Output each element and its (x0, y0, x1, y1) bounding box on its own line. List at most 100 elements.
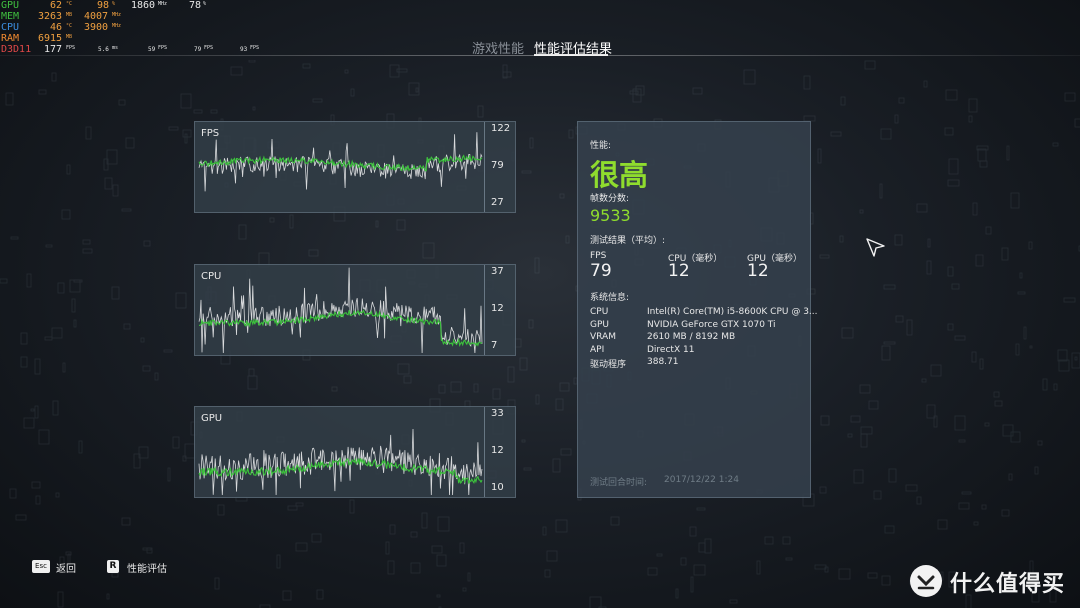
wall-glyph (559, 193, 565, 199)
wall-glyph (610, 516, 620, 526)
wall-glyph (308, 249, 319, 257)
wall-glyph (311, 533, 322, 543)
osd-label: GPU (1, 0, 20, 11)
wall-glyph (819, 486, 827, 494)
score-label: 帧数分数: (590, 194, 630, 204)
wall-glyph (948, 158, 959, 175)
wall-glyph (1001, 509, 1010, 517)
wall-glyph (546, 550, 558, 562)
wall-glyph (1029, 345, 1033, 349)
wall-glyph (112, 184, 119, 197)
watermark-text: 什么值得买 (950, 572, 1066, 597)
wall-glyph (916, 496, 922, 505)
sys-key: VRAM (590, 332, 616, 342)
wall-glyph (396, 68, 408, 73)
wall-glyph (926, 260, 932, 275)
wall-glyph (894, 234, 903, 246)
wall-glyph (421, 512, 428, 529)
osd-value: 1860 (131, 0, 156, 11)
osd-unit: % (112, 1, 116, 7)
wall-glyph (898, 97, 905, 104)
osd-value: 3263 (38, 11, 63, 22)
wall-glyph (528, 319, 534, 329)
wall-glyph (1006, 145, 1010, 161)
wall-glyph (764, 536, 774, 545)
test-time-value: 2017/12/22 1:24 (664, 475, 739, 485)
wall-glyph (817, 148, 822, 164)
wall-glyph (38, 429, 50, 445)
wall-glyph (977, 148, 987, 162)
wall-glyph (289, 214, 294, 229)
wall-glyph (1001, 247, 1009, 261)
wall-glyph (853, 469, 864, 484)
wall-glyph (916, 203, 928, 213)
wall-glyph (45, 244, 53, 248)
wall-glyph (78, 440, 83, 454)
sys-value: 388.71 (647, 357, 679, 367)
wall-glyph (693, 564, 706, 576)
esc-key-icon[interactable]: Esc (32, 560, 50, 573)
wall-glyph (930, 364, 942, 377)
wall-glyph (104, 177, 113, 190)
wall-glyph (1042, 378, 1048, 391)
wall-glyph (675, 588, 679, 599)
wall-glyph (450, 381, 462, 393)
wall-glyph (859, 384, 871, 394)
wall-glyph (167, 467, 171, 482)
wall-glyph (106, 593, 110, 600)
graph-axis-line (484, 265, 485, 355)
osd-value: 3900 (84, 22, 109, 33)
benchmark-hint-label[interactable]: 性能评估 (127, 560, 167, 575)
wall-glyph (502, 64, 508, 79)
wall-glyph (180, 93, 192, 109)
wall-glyph (704, 538, 712, 554)
wall-glyph (868, 400, 879, 410)
fps-graph-lines (198, 132, 483, 192)
wall-glyph (106, 149, 118, 165)
sys-value: NVIDIA GeForce GTX 1070 Ti (647, 320, 776, 330)
graph-tick-avg: 12 (491, 303, 504, 314)
wall-glyph (436, 554, 447, 567)
wall-glyph (248, 60, 256, 63)
perf-rating: 很高 (590, 158, 649, 192)
wall-glyph (696, 507, 706, 511)
wall-glyph (295, 502, 304, 507)
wall-glyph (23, 417, 35, 429)
wall-glyph (51, 327, 63, 339)
graph-tick-min: 10 (491, 482, 504, 493)
graph-tick-min: 7 (491, 340, 498, 351)
wall-glyph (972, 202, 978, 216)
wall-glyph (944, 127, 954, 136)
cpu-graph-lines (198, 267, 483, 354)
wall-glyph (1008, 473, 1013, 481)
graph-axis-line (484, 122, 485, 212)
sys-key: GPU (590, 320, 609, 330)
graph-title: CPU (201, 271, 222, 282)
wall-glyph (589, 596, 602, 608)
wall-glyph (906, 319, 913, 336)
wall-glyph (958, 502, 970, 510)
wall-glyph (375, 220, 379, 228)
wall-glyph (841, 327, 854, 339)
average-results-label: 测试结果（平均）: (590, 236, 666, 246)
r-key-icon[interactable]: R (107, 560, 119, 573)
back-hint-label[interactable]: 返回 (56, 560, 76, 575)
wall-glyph (5, 92, 14, 106)
wall-glyph (10, 236, 19, 240)
frame-score: 9533 (590, 206, 631, 225)
wall-glyph (396, 219, 406, 231)
wall-glyph (883, 284, 896, 290)
wall-glyph (867, 572, 878, 579)
wall-glyph (690, 576, 694, 593)
wall-glyph (34, 358, 41, 375)
wall-glyph (437, 516, 450, 532)
wall-glyph (312, 98, 323, 103)
wall-glyph (82, 248, 93, 254)
wall-glyph (55, 492, 60, 498)
wall-glyph (175, 292, 187, 309)
wall-glyph (118, 99, 126, 106)
wall-glyph (839, 235, 844, 243)
frame-time-trace (198, 267, 483, 354)
wall-glyph (184, 133, 188, 144)
wall-glyph (477, 105, 484, 118)
